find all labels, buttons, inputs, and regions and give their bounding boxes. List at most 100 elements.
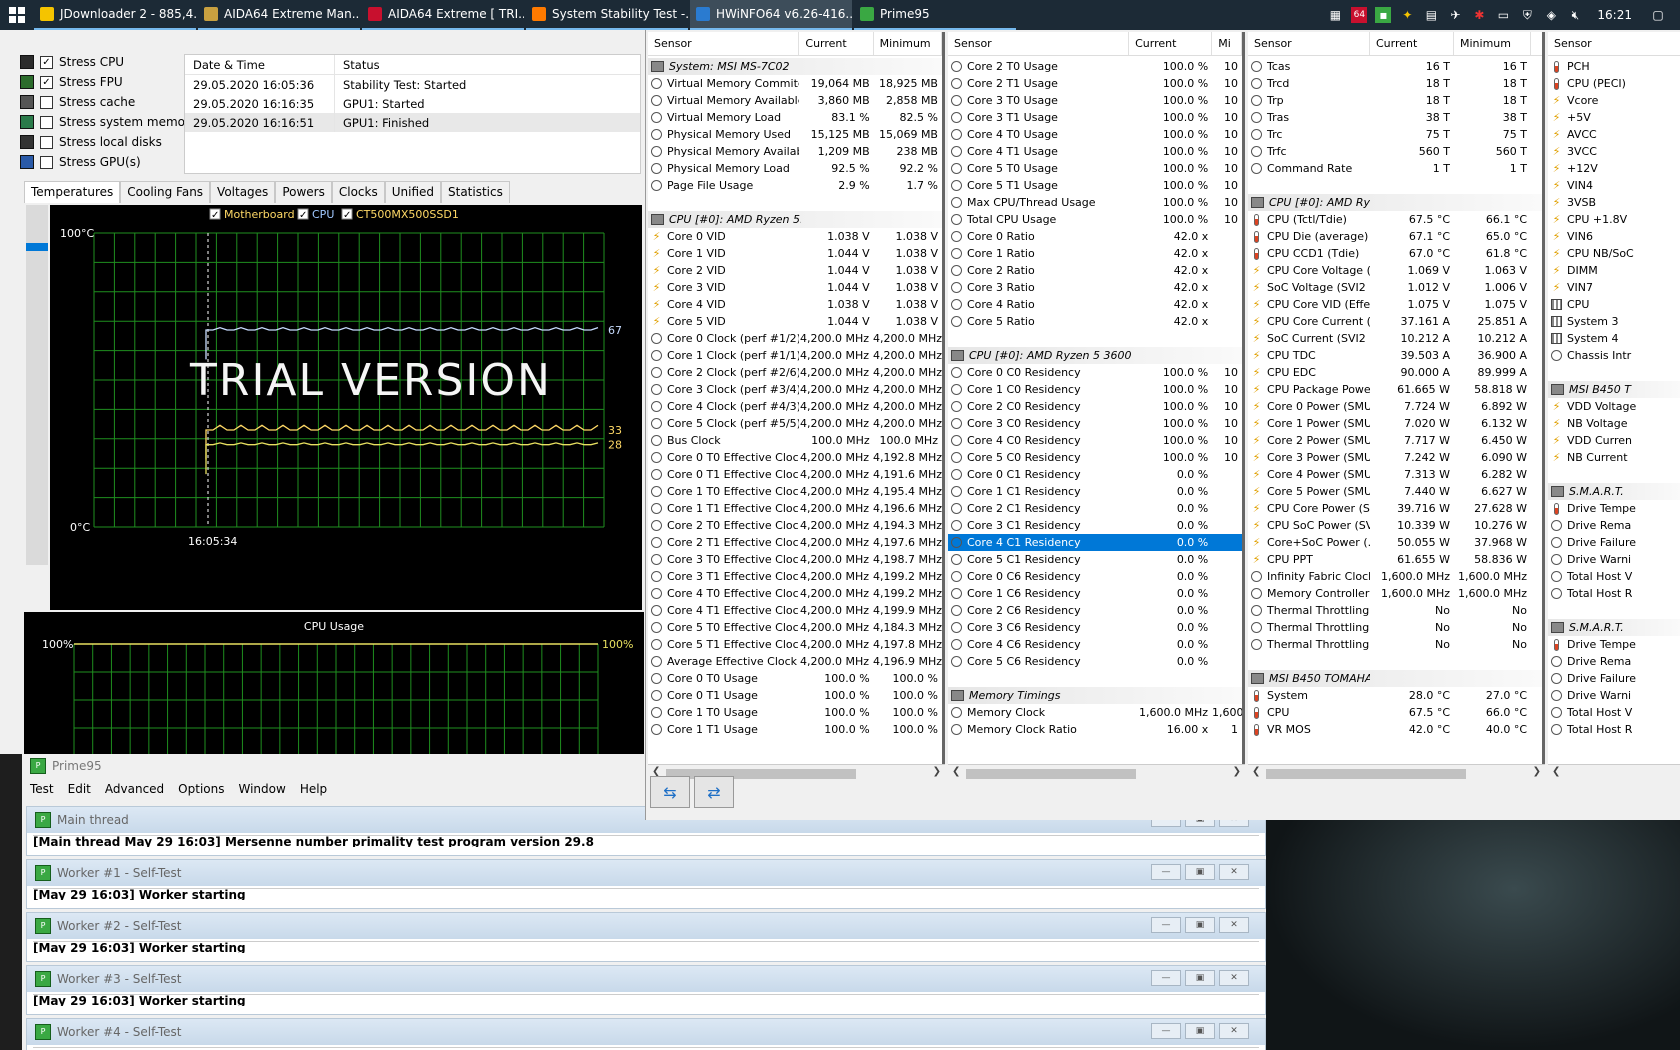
sensor-row[interactable]: Drive Warni bbox=[1548, 551, 1680, 568]
sensor-row[interactable]: Core 0 Ratio 42.0 x bbox=[948, 228, 1242, 245]
sensor-row[interactable]: Trcd 18 T 18 T bbox=[1248, 75, 1542, 92]
sensor-row[interactable]: Core 3 T1 Usage 100.0 % 10 bbox=[948, 109, 1242, 126]
notifications-icon[interactable]: ▢ bbox=[1650, 7, 1666, 23]
sensor-row[interactable]: Virtual Memory Load 83.1 % 82.5 % bbox=[648, 109, 942, 126]
sensor-row[interactable]: Core 3 C6 Residency 0.0 % bbox=[948, 619, 1242, 636]
sensor-row[interactable]: ⚡ Core 4 Power (SMU) 7.313 W 6.282 W bbox=[1248, 466, 1542, 483]
sensor-row[interactable]: ⚡ CPU Package Powe... 61.665 W 58.818 W bbox=[1248, 381, 1542, 398]
stress-option-5[interactable]: Stress GPU(s) bbox=[20, 152, 197, 172]
sensor-row[interactable]: ⚡ CPU Core Current (... 37.161 A 25.851 A bbox=[1248, 313, 1542, 330]
sensor-row[interactable]: Page File Usage 2.9 % 1.7 % bbox=[648, 177, 942, 194]
menu-options[interactable]: Options bbox=[178, 782, 224, 796]
stress-option-2[interactable]: Stress cache bbox=[20, 92, 197, 112]
network-tray-icon[interactable]: ◈ bbox=[1543, 7, 1559, 23]
shield-icon[interactable]: ⛨ bbox=[1519, 7, 1535, 23]
sensor-row[interactable]: Core 1 Ratio 42.0 x bbox=[948, 245, 1242, 262]
sensor-row[interactable]: Core 3 T1 Effective Clock 4,200.0 MHz 4,19… bbox=[648, 568, 942, 585]
header-current[interactable]: Current bbox=[1370, 32, 1454, 55]
taskbar-app-1[interactable]: AIDA64 Extreme Man... bbox=[198, 0, 360, 30]
col2-hscrollbar[interactable]: ❮ ❯ bbox=[948, 764, 1245, 782]
worker-window-1[interactable]: P Worker #1 - Self-Test — ▣ ✕ [May 29 16:03] … bbox=[26, 859, 1266, 909]
sensor-row[interactable]: Thermal Throttling (... No No bbox=[1248, 602, 1542, 619]
stress-checkbox[interactable] bbox=[40, 135, 53, 149]
menu-test[interactable]: Test bbox=[30, 782, 54, 796]
sensor-row[interactable]: ⚡ VDD Curren bbox=[1548, 432, 1680, 449]
sensor-row[interactable]: Core 4 C6 Residency 0.0 % bbox=[948, 636, 1242, 653]
worker-window-3[interactable]: P Worker #3 - Self-Test — ▣ ✕ [May 29 16:03] … bbox=[26, 965, 1266, 1015]
sensor-row[interactable]: ⚡ Core 3 Power (SMU) 7.242 W 6.090 W bbox=[1248, 449, 1542, 466]
sensor-group-header[interactable]: S.M.A.R.T. bbox=[1548, 619, 1680, 636]
sensor-row[interactable]: Drive Tempe bbox=[1548, 636, 1680, 653]
sensor-row[interactable]: Total Host R bbox=[1548, 721, 1680, 738]
bug-tray-icon[interactable]: ✱ bbox=[1471, 7, 1487, 23]
sensor-row[interactable]: Core 0 Clock (perf #1/2) 4,200.0 MHz 4,200… bbox=[648, 330, 942, 347]
tab-clocks[interactable]: Clocks bbox=[331, 181, 385, 203]
expand-arrows-icon[interactable]: ⇄ bbox=[694, 776, 734, 808]
close-icon[interactable]: ✕ bbox=[1219, 1023, 1249, 1039]
sensor-row[interactable]: ⚡ CPU Core Power (S... 39.716 W 27.628 W bbox=[1248, 500, 1542, 517]
sensor-row[interactable]: CPU 67.5 °C 66.0 °C bbox=[1248, 704, 1542, 721]
stress-checkbox[interactable] bbox=[40, 155, 53, 169]
sensor-row[interactable]: Thermal Throttling (... No No bbox=[1248, 619, 1542, 636]
sensor-row[interactable]: ⚡ SoC Current (SVI2 ... 10.212 A 10.212 A bbox=[1248, 330, 1542, 347]
stress-checkbox[interactable]: ✓ bbox=[40, 55, 53, 69]
sensor-row[interactable]: ⚡ CPU Core Voltage (... 1.069 V 1.063 V bbox=[1248, 262, 1542, 279]
sensor-row[interactable]: Core 3 C1 Residency 0.0 % bbox=[948, 517, 1242, 534]
sensor-row[interactable]: Core 4 C1 Residency 0.0 % bbox=[948, 534, 1242, 551]
log-row[interactable]: 29.05.2020 16:05:36 Stability Test: Start… bbox=[185, 75, 640, 94]
sensor-row[interactable]: System 28.0 °C 27.0 °C bbox=[1248, 687, 1542, 704]
sensor-row[interactable]: Core 3 T0 Usage 100.0 % 10 bbox=[948, 92, 1242, 109]
sensor-row[interactable]: Core 1 T1 Usage 100.0 % 100.0 % bbox=[648, 721, 942, 738]
header-mi[interactable]: Mi bbox=[1212, 32, 1242, 55]
sensor-row[interactable]: ⚡ DIMM bbox=[1548, 262, 1680, 279]
chart-scroll-thumb[interactable] bbox=[26, 243, 48, 251]
sensor-row[interactable]: Tras 38 T 38 T bbox=[1248, 109, 1542, 126]
sensor-row[interactable]: ⚡ Core 0 Power (SMU) 7.724 W 6.892 W bbox=[1248, 398, 1542, 415]
tab-statistics[interactable]: Statistics bbox=[441, 181, 510, 203]
sensor-row[interactable]: Core 3 T0 Effective Clock 4,200.0 MHz 4,19… bbox=[648, 551, 942, 568]
maximize-icon[interactable]: ▣ bbox=[1185, 864, 1215, 880]
header-current[interactable]: Current bbox=[799, 32, 874, 55]
taskbar-app-2[interactable]: AIDA64 Extreme [ TRI... bbox=[362, 0, 524, 30]
sensor-row[interactable]: ⚡ NB Current bbox=[1548, 449, 1680, 466]
sensor-row[interactable]: Core 5 C0 Residency 100.0 % 10 bbox=[948, 449, 1242, 466]
sensor-row[interactable]: ⚡ Core 0 VID 1.038 V 1.038 V bbox=[648, 228, 942, 245]
tab-cooling-fans[interactable]: Cooling Fans bbox=[120, 181, 211, 203]
sensor-row[interactable]: Core 2 T0 Usage 100.0 % 10 bbox=[948, 58, 1242, 75]
sensor-row[interactable]: ⚡ +5V bbox=[1548, 109, 1680, 126]
sensor-row[interactable]: Core 4 Ratio 42.0 x bbox=[948, 296, 1242, 313]
taskbar-app-0[interactable]: JDownloader 2 - 885,4... bbox=[34, 0, 196, 30]
sensor-row[interactable]: Memory Clock 1,600.0 MHz 1,600. bbox=[948, 704, 1242, 721]
sensor-row[interactable]: ⚡ Core 2 Power (SMU) 7.717 W 6.450 W bbox=[1248, 432, 1542, 449]
stress-option-3[interactable]: Stress system memory bbox=[20, 112, 197, 132]
worker-window-2[interactable]: P Worker #2 - Self-Test — ▣ ✕ [May 29 16:03] … bbox=[26, 912, 1266, 962]
hwinfo-tray-icon[interactable]: ▦ bbox=[1327, 7, 1343, 23]
sensor-row[interactable]: ⚡ Core 1 Power (SMU) 7.020 W 6.132 W bbox=[1248, 415, 1542, 432]
log-row[interactable]: 29.05.2020 16:16:35 GPU1: Started bbox=[185, 94, 640, 113]
sensor-row[interactable]: Core 1 C6 Residency 0.0 % bbox=[948, 585, 1242, 602]
sensor-row[interactable]: Total Host V bbox=[1548, 568, 1680, 585]
sensor-row[interactable]: Core 5 T1 Effective Clock 4,200.0 MHz 4,19… bbox=[648, 636, 942, 653]
stress-option-1[interactable]: ✓ Stress FPU bbox=[20, 72, 197, 92]
header-sensor[interactable]: Sensor bbox=[1248, 32, 1370, 55]
sensor-row[interactable]: Physical Memory Load 92.5 % 92.2 % bbox=[648, 160, 942, 177]
sensor-row[interactable]: ⚡ 3VCC bbox=[1548, 143, 1680, 160]
sensor-row[interactable]: Core 1 C0 Residency 100.0 % 10 bbox=[948, 381, 1242, 398]
sensor-row[interactable]: PCH bbox=[1548, 58, 1680, 75]
tab-temperatures[interactable]: Temperatures bbox=[24, 181, 121, 203]
sensor-row[interactable]: ⚡ +12V bbox=[1548, 160, 1680, 177]
sensor-row[interactable]: Core 0 T1 Usage 100.0 % 100.0 % bbox=[648, 687, 942, 704]
sensor-row[interactable]: ⚡ CPU NB/SoC bbox=[1548, 245, 1680, 262]
sensor-row[interactable]: ⚡ CPU SoC Power (SV... 10.339 W 10.276 W bbox=[1248, 517, 1542, 534]
sensor-row[interactable]: Trp 18 T 18 T bbox=[1248, 92, 1542, 109]
stress-checkbox[interactable] bbox=[40, 115, 53, 129]
menu-help[interactable]: Help bbox=[300, 782, 327, 796]
sensor-row[interactable]: Core 0 T0 Usage 100.0 % 100.0 % bbox=[648, 670, 942, 687]
worker-titlebar[interactable]: P Worker #3 - Self-Test — ▣ ✕ bbox=[27, 966, 1265, 992]
sensor-row[interactable]: Bus Clock 100.0 MHz 100.0 MHz bbox=[648, 432, 942, 449]
maximize-icon[interactable]: ▣ bbox=[1185, 917, 1215, 933]
sensor-row[interactable]: ⚡ CPU +1.8V bbox=[1548, 211, 1680, 228]
col3-hscrollbar[interactable]: ❮ ❯ bbox=[1248, 764, 1545, 782]
stress-option-4[interactable]: Stress local disks bbox=[20, 132, 197, 152]
sensor-row[interactable]: Core 1 C1 Residency 0.0 % bbox=[948, 483, 1242, 500]
